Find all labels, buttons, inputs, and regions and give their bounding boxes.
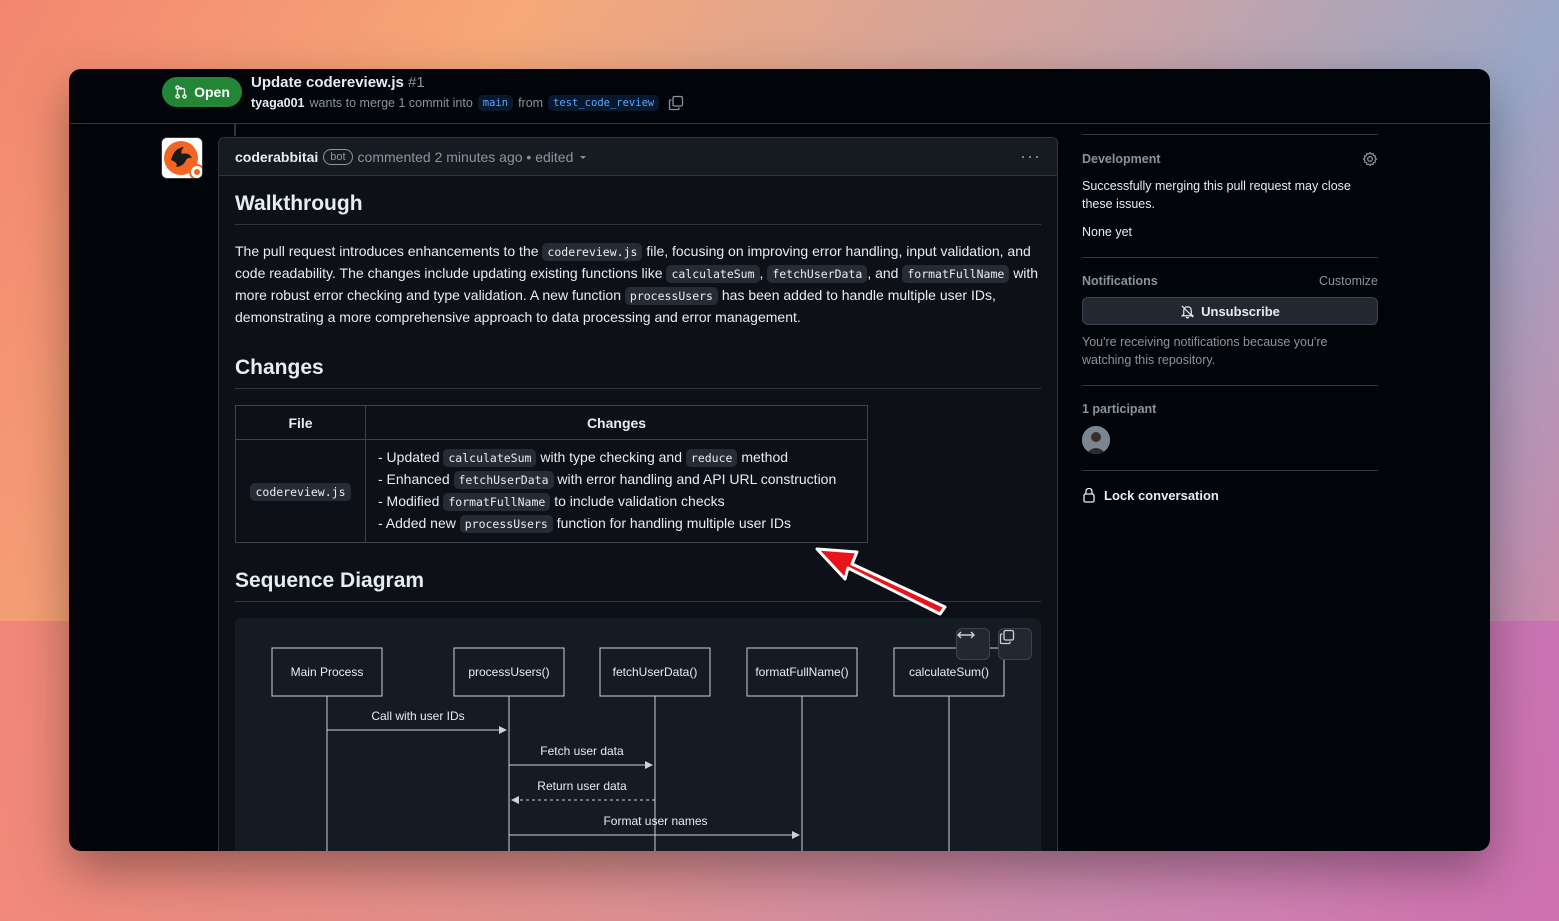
participants-title: 1 participant bbox=[1082, 402, 1157, 416]
expand-diagram-button[interactable] bbox=[956, 628, 990, 660]
comment-author[interactable]: coderabbitai bbox=[235, 149, 318, 165]
change-text: - Updated bbox=[378, 449, 440, 465]
copy-icon bbox=[999, 629, 1015, 645]
change-text: - Modified bbox=[378, 493, 440, 509]
rabbit-logo-icon bbox=[162, 138, 202, 178]
participants-section: 1 participant bbox=[1082, 385, 1378, 470]
sequence-diagram: Main Process processUsers() fetchUserData(… bbox=[235, 618, 1041, 851]
pr-merge-info: tyaga001 wants to merge 1 commit into ma… bbox=[251, 95, 684, 111]
merge-text: wants to merge 1 commit into bbox=[309, 96, 473, 110]
message-label: Return user data bbox=[537, 779, 627, 793]
change-line: - Updated calculateSum with type checkin… bbox=[378, 447, 855, 469]
pr-number: #1 bbox=[408, 74, 425, 91]
file-name: codereview.js bbox=[250, 483, 351, 501]
comment-body: Walkthrough The pull request introduces … bbox=[219, 176, 1057, 851]
person-avatar-icon bbox=[1082, 426, 1110, 454]
sequence-svg: Main Process processUsers() fetchUserData(… bbox=[271, 647, 1005, 851]
pr-window: Open Update codereview.js #1 tyaga001 wa… bbox=[69, 69, 1490, 851]
copy-diagram-button[interactable] bbox=[998, 628, 1032, 660]
changes-table: File Changes codereview.js - Updated cal… bbox=[235, 405, 868, 543]
message-label: Format user names bbox=[603, 814, 707, 828]
bot-badge: bot bbox=[323, 148, 353, 165]
development-none: None yet bbox=[1082, 225, 1133, 239]
inline-code: reduce bbox=[685, 449, 738, 467]
participant-label: Main Process bbox=[291, 665, 364, 679]
inline-code: fetchUserData bbox=[767, 265, 868, 283]
inline-code: calculateSum bbox=[443, 449, 537, 467]
participant-label: fetchUserData() bbox=[613, 665, 698, 679]
from-text: from bbox=[518, 96, 544, 110]
table-header-file: File bbox=[235, 405, 366, 440]
coderabbit-avatar[interactable] bbox=[161, 137, 203, 179]
change-text: with error handling and API URL construc… bbox=[557, 471, 837, 487]
inline-code: fetchUserData bbox=[453, 471, 554, 489]
lock-label: Lock conversation bbox=[1104, 487, 1219, 503]
development-title[interactable]: Development bbox=[1082, 152, 1161, 166]
inline-code: processUsers bbox=[624, 287, 718, 305]
sidebar: Development Successfully merging this pu… bbox=[1082, 134, 1378, 519]
arrows-horizontal-icon bbox=[957, 631, 975, 639]
pr-title: Update codereview.js #1 bbox=[251, 74, 425, 91]
bell-slash-icon bbox=[1180, 304, 1195, 318]
git-pull-request-icon bbox=[175, 85, 187, 99]
copy-branch-icon[interactable] bbox=[668, 95, 684, 111]
changes-heading: Changes bbox=[235, 356, 1041, 389]
walkthrough-text: The pull request introduces enhancements… bbox=[235, 243, 539, 259]
head-branch[interactable]: test_code_review bbox=[548, 95, 660, 111]
change-text: method bbox=[741, 449, 789, 465]
inline-code: calculateSum bbox=[666, 265, 760, 283]
participant-label: formatFullName() bbox=[755, 665, 848, 679]
change-text: - Added new bbox=[378, 515, 456, 531]
walkthrough-paragraph: The pull request introduces enhancements… bbox=[235, 241, 1041, 328]
change-line: - Modified formatFullName to include val… bbox=[378, 491, 855, 513]
notifications-title: Notifications bbox=[1082, 274, 1158, 288]
pr-title-text: Update codereview.js bbox=[251, 74, 404, 91]
comment-header: coderabbitai bot commented 2 minutes ago… bbox=[219, 138, 1057, 176]
change-line: - Added new processUsers function for ha… bbox=[378, 513, 855, 535]
unsubscribe-label: Unsubscribe bbox=[1201, 303, 1280, 319]
comment-box: coderabbitai bot commented 2 minutes ago… bbox=[218, 137, 1058, 851]
changes-cell: - Updated calculateSum with type checkin… bbox=[365, 439, 868, 543]
development-section: Development Successfully merging this pu… bbox=[1082, 134, 1378, 257]
participant-label: calculateSum() bbox=[909, 665, 989, 679]
walkthrough-text: , bbox=[759, 265, 764, 281]
change-text: function for handling multiple user IDs bbox=[556, 515, 791, 531]
pr-author-link[interactable]: tyaga001 bbox=[251, 96, 305, 110]
message-label: Call with user IDs bbox=[371, 709, 464, 723]
pr-state-label: Open bbox=[194, 84, 230, 100]
inline-code: codereview.js bbox=[542, 243, 643, 261]
walkthrough-text: , and bbox=[867, 265, 899, 281]
customize-link[interactable]: Customize bbox=[1319, 274, 1378, 288]
participant-avatar[interactable] bbox=[1082, 426, 1110, 454]
walkthrough-heading: Walkthrough bbox=[235, 192, 1041, 225]
development-text: Successfully merging this pull request m… bbox=[1082, 179, 1351, 211]
table-row: codereview.js - Updated calculateSum wit… bbox=[235, 439, 868, 543]
change-text: with type checking and bbox=[540, 449, 682, 465]
inline-code: formatFullName bbox=[443, 493, 551, 511]
comment-menu-button[interactable]: ··· bbox=[1020, 146, 1041, 167]
pr-header: Open Update codereview.js #1 tyaga001 wa… bbox=[69, 69, 1490, 124]
lock-conversation-button[interactable]: Lock conversation bbox=[1082, 487, 1378, 503]
sequence-heading: Sequence Diagram bbox=[235, 569, 1041, 602]
notifications-note: You're receiving notifications because y… bbox=[1082, 335, 1328, 367]
change-text: - Enhanced bbox=[378, 471, 450, 487]
pr-state-badge: Open bbox=[162, 77, 242, 107]
participant-label: processUsers() bbox=[468, 665, 549, 679]
inline-code: formatFullName bbox=[902, 265, 1010, 283]
notifications-section: Notifications Customize Unsubscribe You'… bbox=[1082, 257, 1378, 385]
message-label: Return formatted names bbox=[591, 849, 720, 851]
chevron-down-icon[interactable] bbox=[578, 152, 588, 162]
gear-icon[interactable] bbox=[1362, 151, 1378, 167]
table-header-changes: Changes bbox=[365, 405, 868, 440]
change-line: - Enhanced fetchUserData with error hand… bbox=[378, 469, 855, 491]
lock-icon bbox=[1083, 487, 1095, 503]
base-branch[interactable]: main bbox=[477, 95, 514, 111]
timeline-line bbox=[234, 124, 236, 136]
unsubscribe-button[interactable]: Unsubscribe bbox=[1082, 297, 1378, 325]
message-label: Fetch user data bbox=[540, 744, 624, 758]
lock-section: Lock conversation bbox=[1082, 470, 1378, 519]
change-text: to include validation checks bbox=[554, 493, 725, 509]
comment-meta[interactable]: commented 2 minutes ago • edited bbox=[358, 149, 574, 165]
inline-code: processUsers bbox=[459, 515, 553, 533]
